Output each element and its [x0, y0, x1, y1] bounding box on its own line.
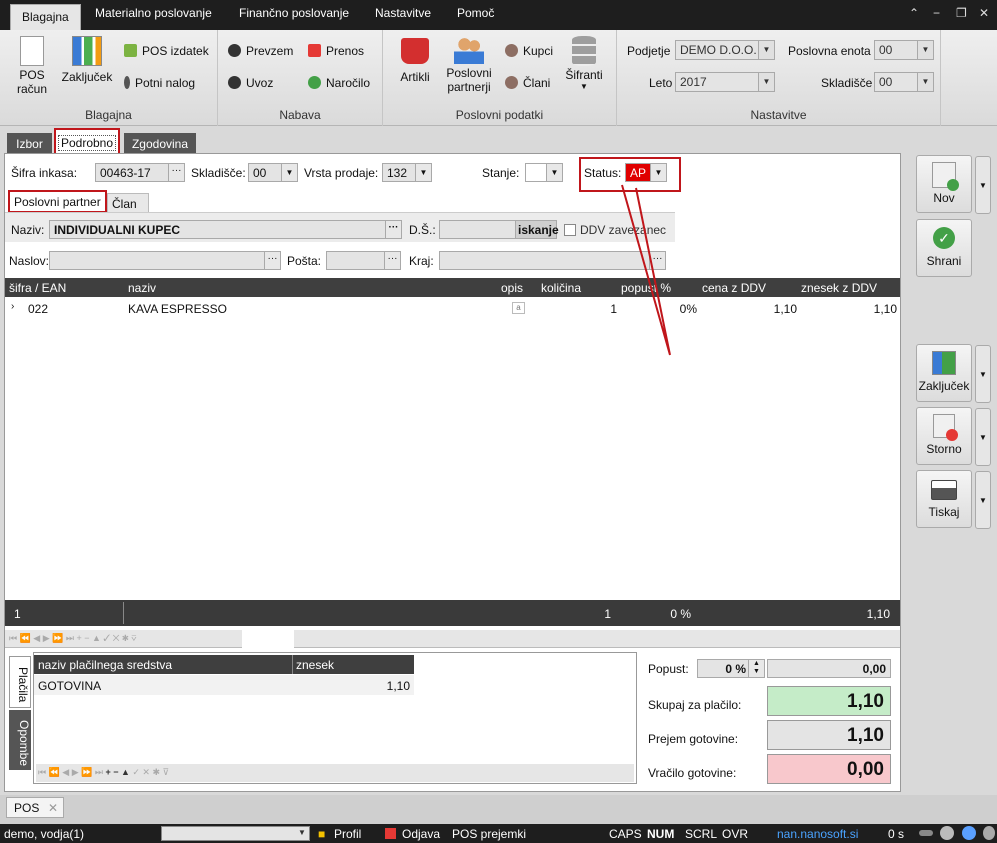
minimize-bar-icon[interactable] [919, 830, 933, 836]
pos-prejemki-link[interactable]: POS prejemki [452, 827, 526, 841]
zakljucek-button[interactable]: Zaključek ▼ [916, 344, 991, 403]
printer-icon [931, 480, 957, 500]
close-tab-icon[interactable]: ✕ [48, 801, 58, 815]
status-combo[interactable] [161, 826, 310, 841]
chevron-down-icon[interactable]: ▼ [975, 345, 991, 403]
report-icon [932, 351, 956, 375]
tiskaj-button[interactable]: Tiskaj ▼ [916, 470, 991, 529]
zakljucek-label: Zaključek [918, 379, 970, 393]
cancel-document-icon [933, 414, 958, 441]
logout-icon [385, 828, 396, 839]
caps-indicator: CAPS [609, 827, 642, 841]
status-circle-icon[interactable] [962, 826, 976, 840]
status-circle-icon[interactable] [983, 826, 995, 840]
tab-pos-label: POS [14, 801, 40, 815]
document-tabbar [0, 795, 997, 824]
tiskaj-label: Tiskaj [928, 505, 960, 519]
shrani-button[interactable]: ✓ Shrani [916, 219, 972, 277]
site-link[interactable]: nan.nanosoft.si [777, 827, 858, 841]
annotation-arrow [621, 184, 671, 356]
scrl-indicator: SCRL [685, 827, 718, 841]
storno-label: Storno [926, 442, 962, 456]
status-time: 0 s [888, 827, 905, 841]
shrani-label: Shrani [926, 254, 962, 268]
storno-button[interactable]: Storno ▼ [916, 407, 991, 466]
chevron-down-icon[interactable]: ▼ [975, 471, 991, 529]
lock-icon: ■ [318, 827, 326, 841]
checkmark-icon: ✓ [933, 227, 955, 249]
tab-pos[interactable]: POS ✕ [6, 797, 64, 818]
chevron-down-icon[interactable]: ▼ [975, 156, 991, 214]
profil-button[interactable]: Profil [334, 827, 361, 841]
status-circle-icon[interactable] [940, 826, 954, 840]
new-document-icon [932, 162, 959, 191]
status-bar: demo, vodja(1) ▼ ■ Profil Odjava POS pre… [0, 824, 997, 843]
num-indicator: NUM [647, 827, 675, 841]
nov-button[interactable]: Nov ▼ [916, 155, 991, 214]
chevron-down-icon[interactable]: ▼ [975, 408, 991, 466]
status-user: demo, vodja(1) [4, 827, 85, 841]
odjava-button[interactable]: Odjava [402, 827, 440, 841]
chevron-down-icon: ▼ [298, 828, 306, 837]
ovr-indicator: OVR [722, 827, 749, 841]
nov-label: Nov [933, 191, 955, 205]
